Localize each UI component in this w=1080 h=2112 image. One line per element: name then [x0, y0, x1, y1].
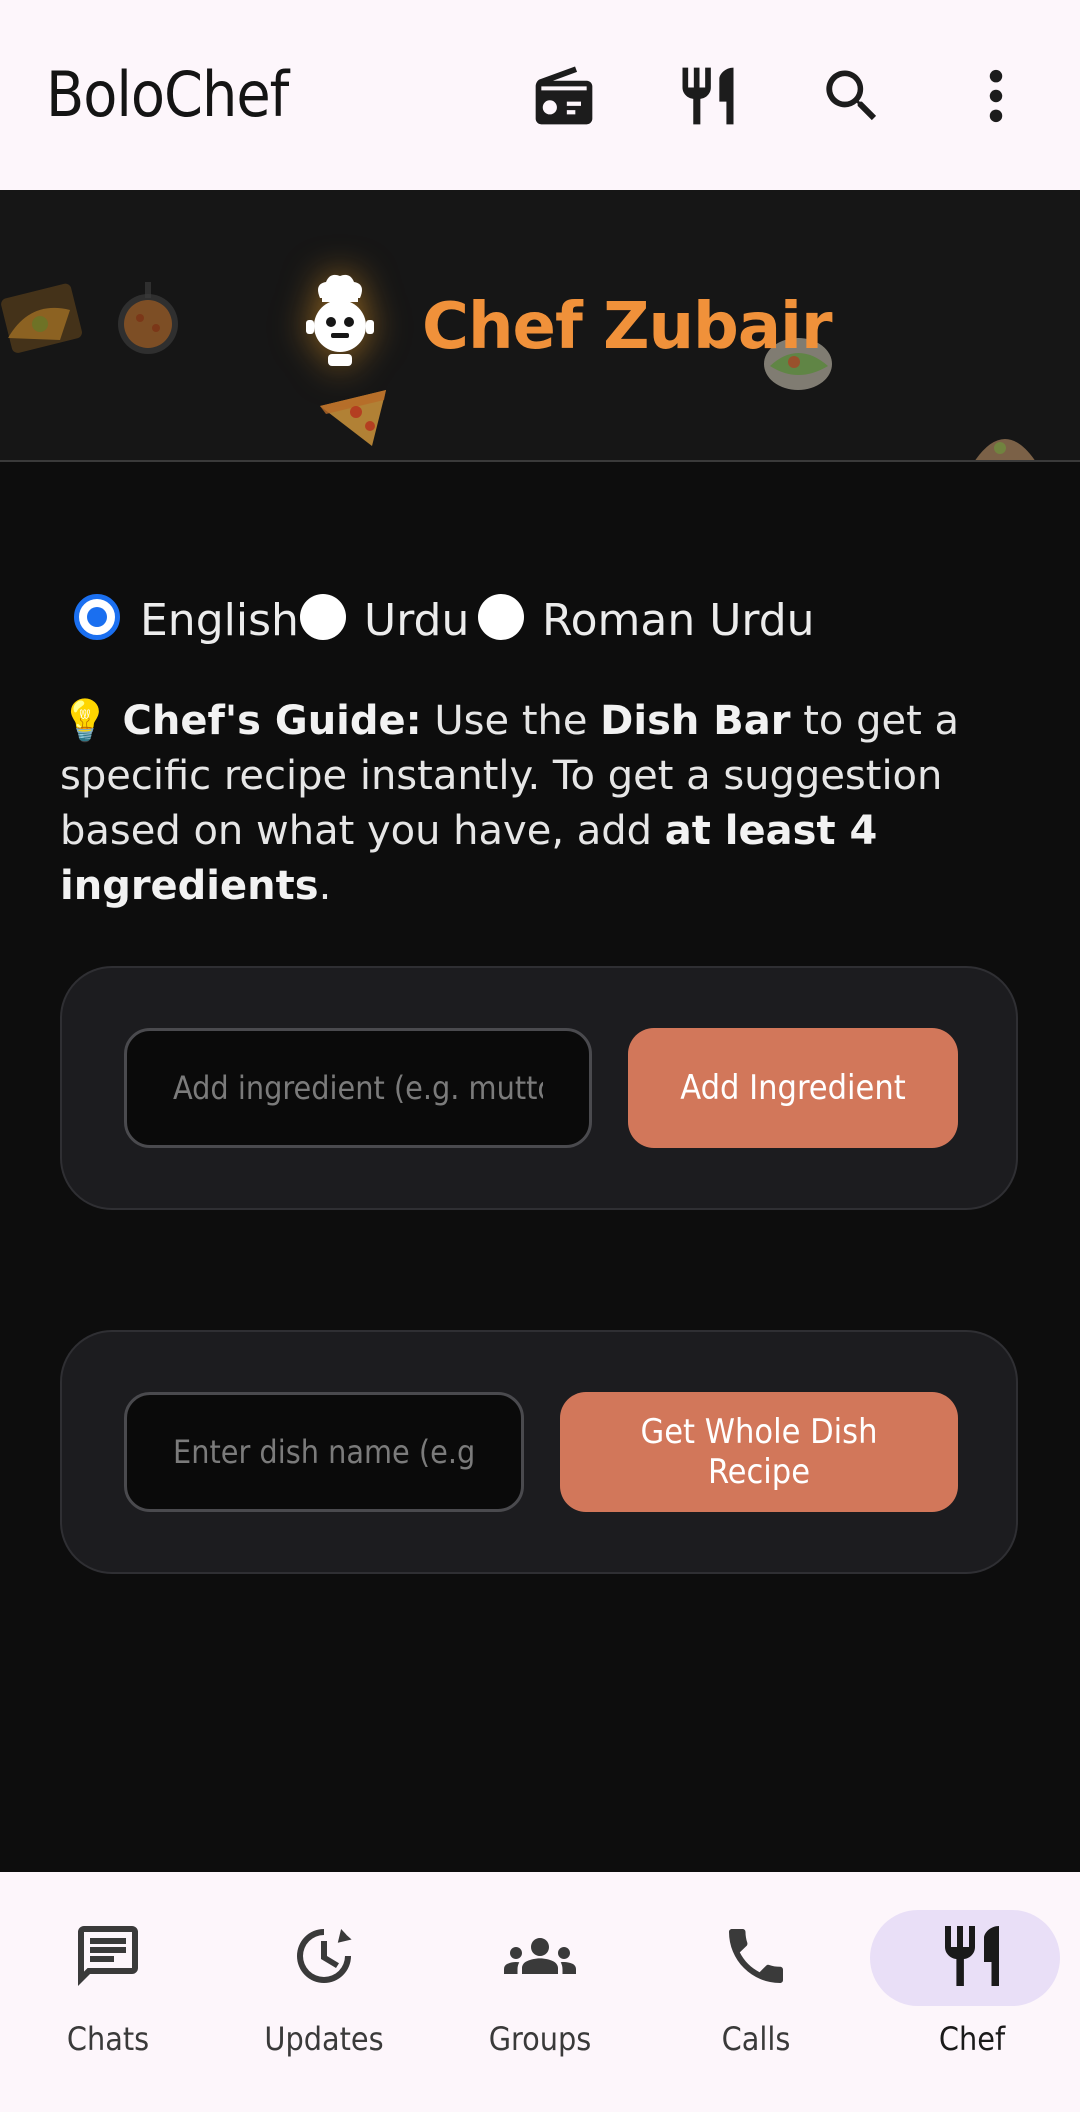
- app-title: BoloChef: [46, 58, 289, 131]
- nav-label-calls: Calls: [721, 2020, 791, 2058]
- chat-icon: [78, 1926, 138, 1986]
- guide-text-3: .: [318, 863, 332, 909]
- nav-item-groups[interactable]: Groups: [432, 1872, 648, 2112]
- nav-item-updates[interactable]: Updates: [216, 1872, 432, 2112]
- add-ingredient-button[interactable]: Add Ingredient: [628, 1028, 958, 1148]
- top-app-bar: BoloChef: [0, 0, 1080, 190]
- search-icon[interactable]: [814, 58, 890, 134]
- nav-label-chef: Chef: [938, 2020, 1006, 2058]
- nav-item-chats[interactable]: Chats: [0, 1872, 216, 2112]
- taco-icon: [1, 283, 82, 353]
- radio-english[interactable]: [74, 594, 120, 640]
- chef-robot-icon: [306, 274, 374, 366]
- groups-icon: [504, 1938, 576, 1974]
- guide-text-1: Use the: [421, 698, 601, 744]
- rice-bowl-icon: [975, 439, 1035, 460]
- lightbulb-icon: 💡: [60, 698, 110, 744]
- chefs-guide: 💡 Chef's Guide: Use the Dish Bar to get …: [60, 694, 1000, 914]
- radio-roman-urdu[interactable]: [478, 594, 524, 640]
- radio-label-english[interactable]: English: [140, 588, 299, 654]
- nav-label-chats: Chats: [66, 2020, 150, 2058]
- chef-title: Chef Zubair: [422, 290, 833, 364]
- radio-urdu[interactable]: [300, 594, 346, 640]
- get-whole-dish-recipe-button[interactable]: Get Whole Dish Recipe: [560, 1392, 958, 1512]
- dish-name-input[interactable]: [124, 1392, 524, 1512]
- nav-item-calls[interactable]: Calls: [648, 1872, 864, 2112]
- bottom-navigation: Chats Updates Groups Calls Chef: [0, 1872, 1080, 2112]
- guide-dish-bar: Dish Bar: [600, 698, 791, 744]
- phone-icon: [729, 1929, 783, 1983]
- nav-item-chef[interactable]: Chef: [864, 1872, 1080, 2112]
- more-vert-icon[interactable]: [958, 58, 1034, 134]
- restaurant-icon[interactable]: [670, 58, 746, 134]
- paella-icon: [118, 282, 178, 354]
- dish-card: Get Whole Dish Recipe: [60, 1330, 1018, 1574]
- radio-label-urdu[interactable]: Urdu: [364, 588, 469, 654]
- radio-icon[interactable]: [526, 58, 602, 134]
- ingredient-card: Add Ingredient: [60, 966, 1018, 1210]
- pizza-icon: [320, 390, 386, 446]
- radio-label-roman-urdu[interactable]: Roman Urdu: [542, 588, 815, 654]
- nav-label-updates: Updates: [264, 2020, 384, 2058]
- guide-heading: Chef's Guide:: [122, 698, 422, 744]
- updates-icon: [297, 1929, 352, 1983]
- ingredient-input[interactable]: [124, 1028, 592, 1148]
- nav-label-groups: Groups: [488, 2020, 592, 2058]
- restaurant-icon: [945, 1926, 999, 1986]
